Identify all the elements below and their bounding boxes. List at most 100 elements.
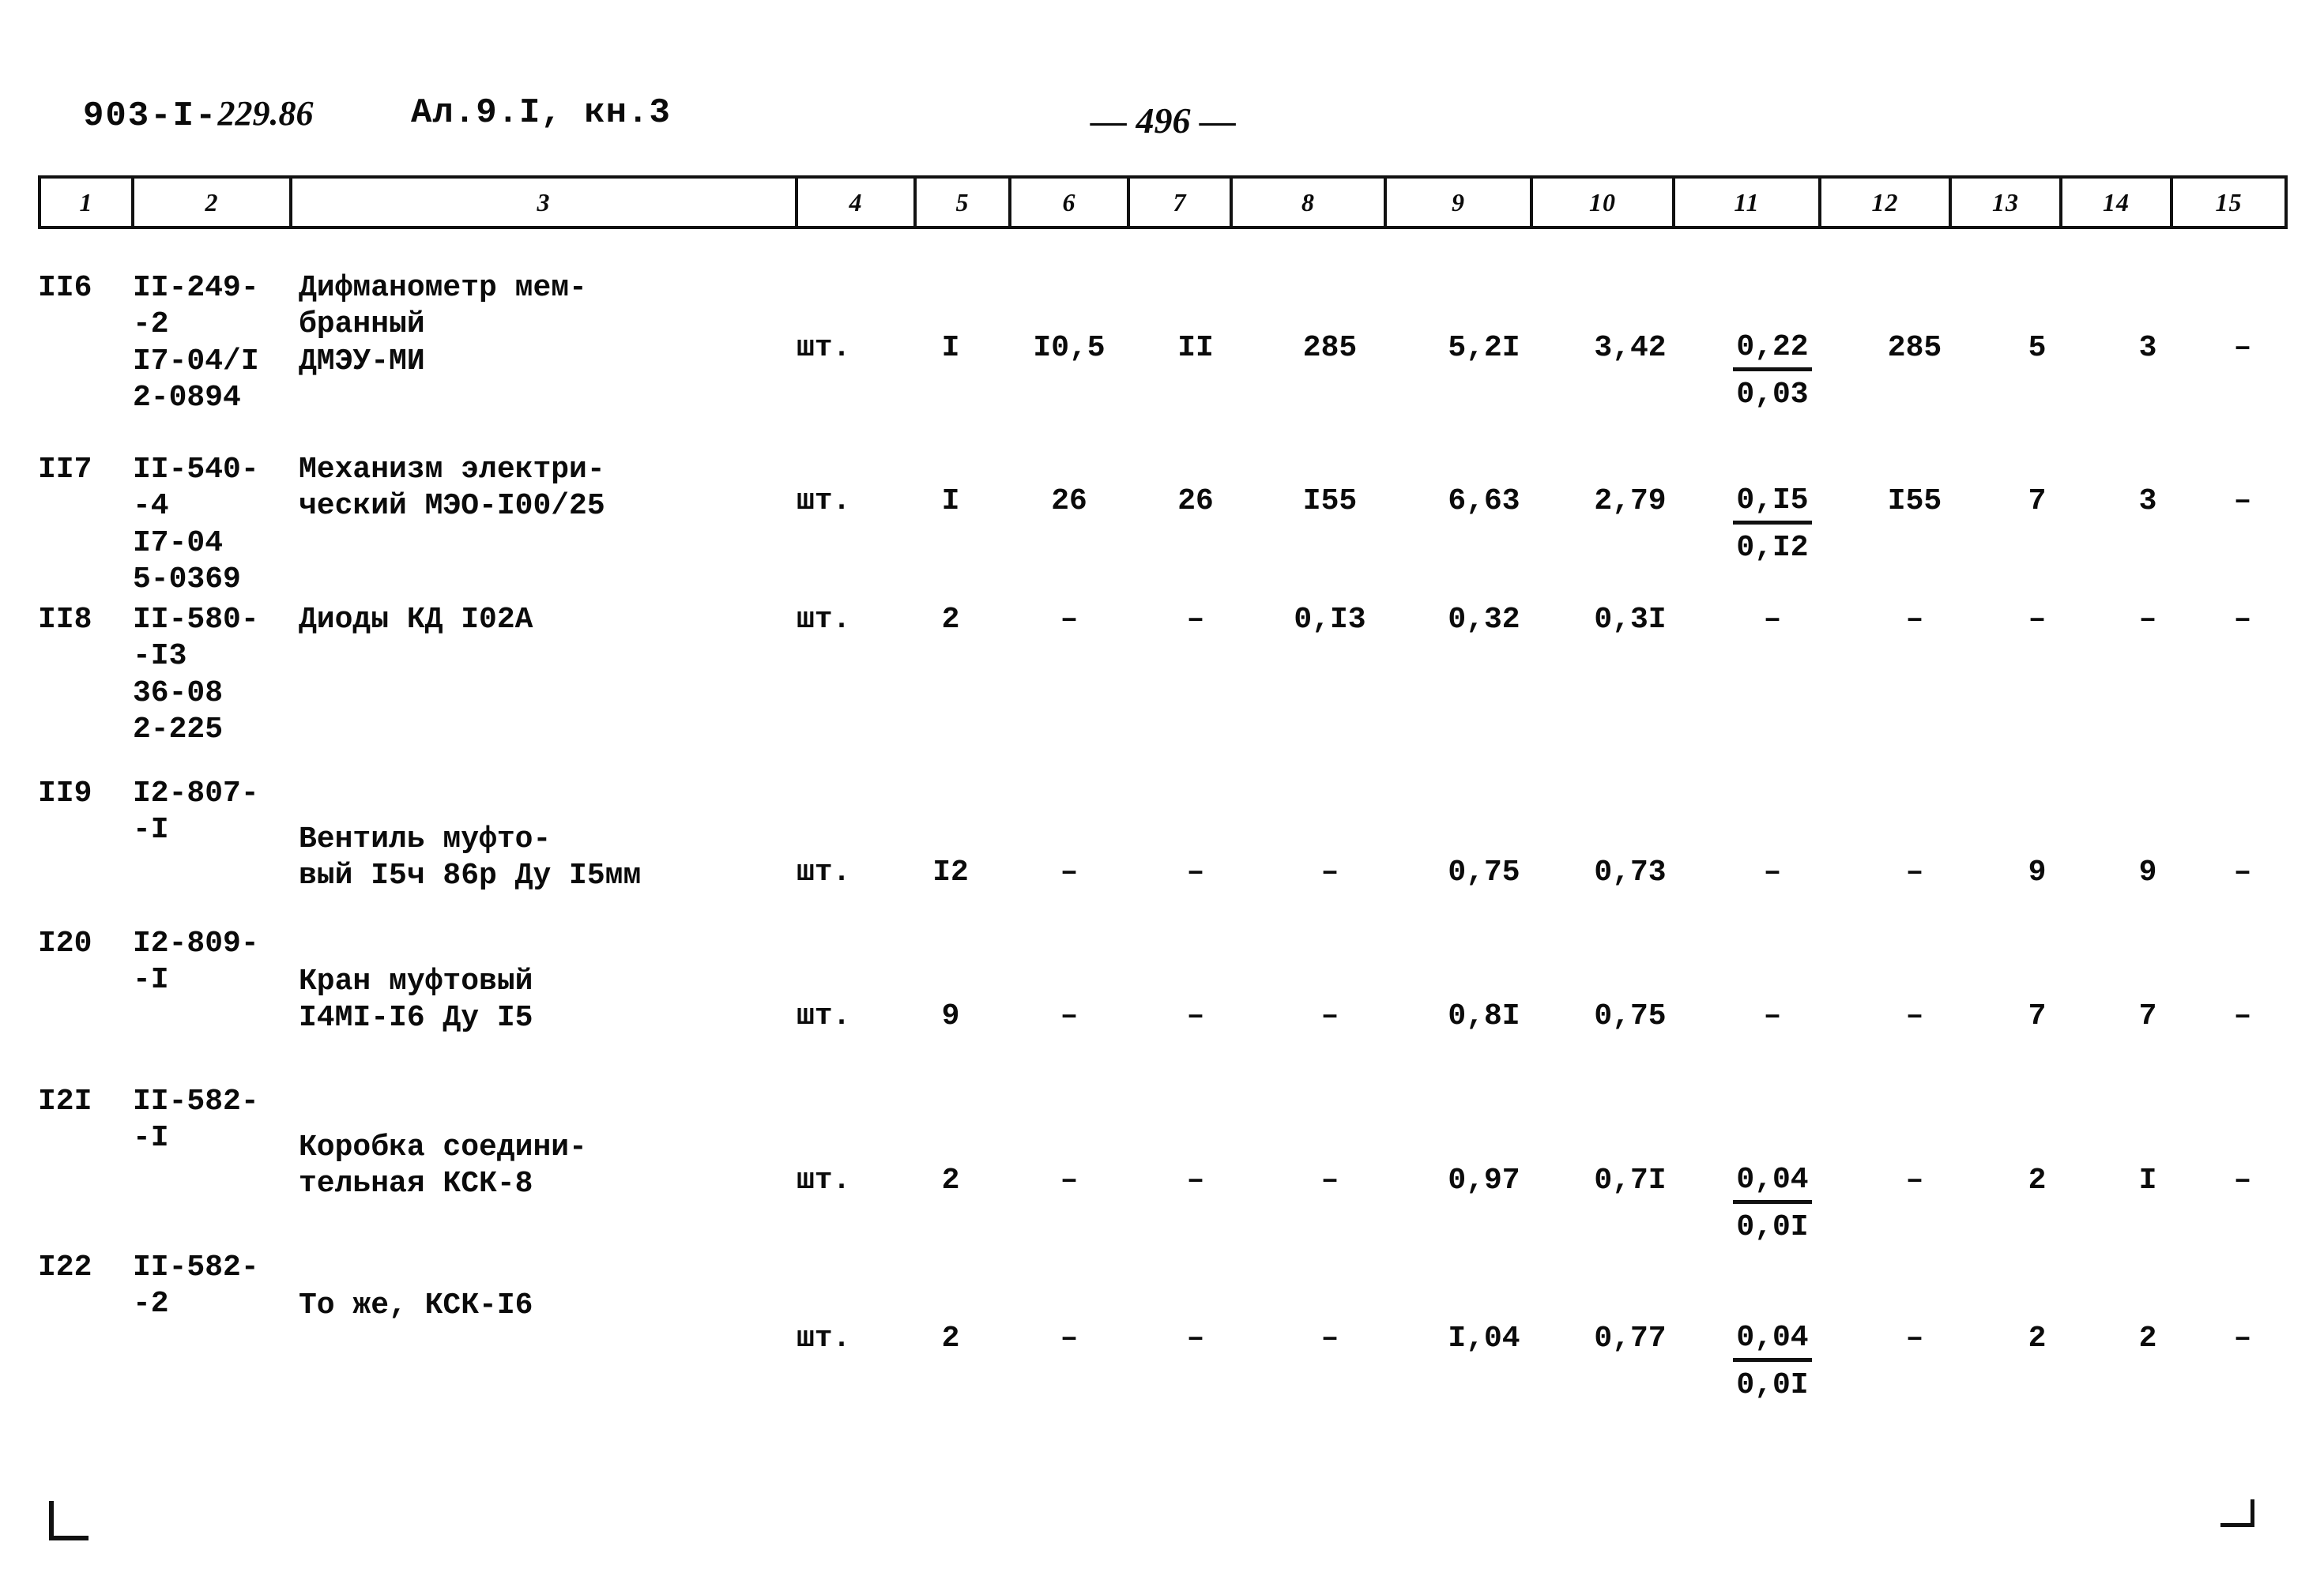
- table-body: II6 II-249- -2 I7-04/I 2-0894 Дифманометр …: [38, 223, 2284, 1455]
- row-unit: шт.: [797, 484, 851, 518]
- row-col8-value: –: [1320, 999, 1339, 1033]
- row-item-name: Дифманометр мем- бранный ДМЭУ-МИ: [299, 271, 587, 378]
- row-col9-value: 0,8I: [1448, 999, 1520, 1033]
- col-header-11: 11: [1672, 175, 1821, 229]
- row-quantity: I: [941, 331, 960, 365]
- row-col15-value: –: [2233, 484, 2252, 518]
- row-col10-value: 0,77: [1594, 1322, 1667, 1356]
- row-quantity: 2: [941, 1164, 960, 1198]
- row-col13-value: –: [2028, 603, 2047, 637]
- row-col10-value: 0,75: [1594, 999, 1667, 1033]
- row-col15-value: –: [2233, 856, 2252, 890]
- row-col9-value: 0,32: [1448, 603, 1520, 637]
- fraction-numerator: 0,04: [1733, 1163, 1812, 1204]
- album-reference: Ал.9.I, кн.3: [411, 93, 671, 133]
- row-col7-value: –: [1186, 856, 1205, 890]
- fraction-denominator: 0,0I: [1736, 1209, 1809, 1244]
- row-col11-fraction: –: [1763, 603, 1782, 637]
- row-item-code: II-249- -2 I7-04/I 2-0894: [133, 271, 259, 416]
- document-code-prefix: 903-I-: [83, 96, 218, 136]
- row-col8-value: –: [1320, 1164, 1339, 1198]
- row-col8-value: 0,I3: [1294, 603, 1366, 637]
- row-col12-value: –: [1905, 603, 1924, 637]
- fraction: 0,04 0,0I: [1733, 1321, 1812, 1404]
- row-col13-value: 5: [2028, 331, 2047, 365]
- row-position-number: II7: [38, 453, 92, 487]
- col-header-13: 13: [1949, 175, 2062, 229]
- fraction: 0,I5 0,I2: [1733, 483, 1812, 566]
- row-item-name: Кран муфтовый I4МI-I6 Ду I5: [299, 965, 533, 1036]
- row-item-code: II-582- -I: [133, 1085, 259, 1156]
- fraction-denominator: 0,0I: [1736, 1367, 1809, 1402]
- row-col11-fraction: 0,I5 0,I2: [1705, 483, 1840, 566]
- row-unit: шт.: [797, 603, 851, 637]
- row-quantity: 9: [941, 999, 960, 1033]
- row-col15-value: –: [2233, 999, 2252, 1033]
- row-col8-value: I55: [1302, 484, 1358, 518]
- row-col14-value: 3: [2138, 331, 2157, 365]
- page-number: — 496 —: [1090, 100, 1236, 141]
- table-row: 1 2 3 4 5 6 7 8 9 10 11 12 13 14 15: [38, 175, 2288, 229]
- row-item-code: I2-807- -I: [133, 777, 259, 848]
- row-col14-value: 2: [2138, 1322, 2157, 1356]
- row-col14-value: 3: [2138, 484, 2157, 518]
- row-col9-value: 6,63: [1448, 484, 1520, 518]
- row-item-code: II-540- -4 I7-04 5-0369: [133, 453, 259, 597]
- row-col6-value: 26: [1051, 484, 1087, 518]
- row-col10-value: 0,3I: [1594, 603, 1667, 637]
- row-position-number: I20: [38, 927, 92, 961]
- row-col12-value: –: [1905, 856, 1924, 890]
- row-col10-value: 2,79: [1594, 484, 1667, 518]
- row-col12-value: –: [1905, 999, 1924, 1033]
- row-unit: шт.: [797, 331, 851, 365]
- col-header-9: 9: [1384, 175, 1533, 229]
- row-item-name: Диоды КД I02А: [299, 603, 533, 637]
- row-col15-value: –: [2233, 331, 2252, 365]
- row-position-number: I2I: [38, 1085, 92, 1119]
- col-header-6: 6: [1008, 175, 1130, 229]
- row-col10-value: 0,73: [1594, 856, 1667, 890]
- row-item-name: Коробка соедини- тельная КСК-8: [299, 1130, 587, 1202]
- col-header-8: 8: [1230, 175, 1387, 229]
- row-col7-value: –: [1186, 603, 1205, 637]
- col-header-3: 3: [289, 175, 798, 229]
- row-item-name: Механизм электри- ческий МЭО-I00/25: [299, 453, 605, 524]
- document-code-handwritten: 229.86: [217, 94, 314, 133]
- row-col14-value: 7: [2138, 999, 2157, 1033]
- row-col10-value: 3,42: [1594, 331, 1667, 365]
- row-quantity: 2: [941, 603, 960, 637]
- row-quantity: 2: [941, 1322, 960, 1356]
- row-col12-value: I55: [1887, 484, 1942, 518]
- col-header-5: 5: [913, 175, 1011, 229]
- row-col14-value: I: [2138, 1164, 2157, 1198]
- col-header-7: 7: [1127, 175, 1233, 229]
- col-header-2: 2: [131, 175, 292, 229]
- row-item-name: Вентиль муфто- вый I5ч 86р Ду I5мм: [299, 822, 642, 893]
- document-code: 903-I-229.86: [83, 93, 313, 136]
- row-col13-value: 9: [2028, 856, 2047, 890]
- row-col13-value: 7: [2028, 999, 2047, 1033]
- row-col13-value: 7: [2028, 484, 2047, 518]
- row-quantity: I2: [932, 856, 969, 890]
- row-col15-value: –: [2233, 1322, 2252, 1356]
- row-col6-value: –: [1060, 603, 1079, 637]
- row-col11-fraction: 0,22 0,03: [1705, 330, 1840, 413]
- row-col7-value: –: [1186, 999, 1205, 1033]
- row-col12-value: 285: [1887, 331, 1942, 365]
- col-header-14: 14: [2059, 175, 2173, 229]
- fraction-numerator: 0,22: [1733, 330, 1812, 371]
- col-header-10: 10: [1530, 175, 1675, 229]
- row-col9-value: 0,75: [1448, 856, 1520, 890]
- row-position-number: II8: [38, 603, 92, 637]
- fraction: 0,22 0,03: [1733, 330, 1812, 413]
- row-unit: шт.: [797, 1322, 851, 1356]
- col-header-12: 12: [1818, 175, 1952, 229]
- row-col9-value: I,04: [1448, 1322, 1520, 1356]
- row-col10-value: 0,7I: [1594, 1164, 1667, 1198]
- row-col8-value: –: [1320, 1322, 1339, 1356]
- row-col11-fraction: 0,04 0,0I: [1705, 1321, 1840, 1404]
- row-unit: шт.: [797, 999, 851, 1033]
- corner-mark-bottom-left: [49, 1501, 89, 1540]
- row-col14-value: –: [2138, 603, 2157, 637]
- row-col11-fraction: 0,04 0,0I: [1705, 1163, 1840, 1246]
